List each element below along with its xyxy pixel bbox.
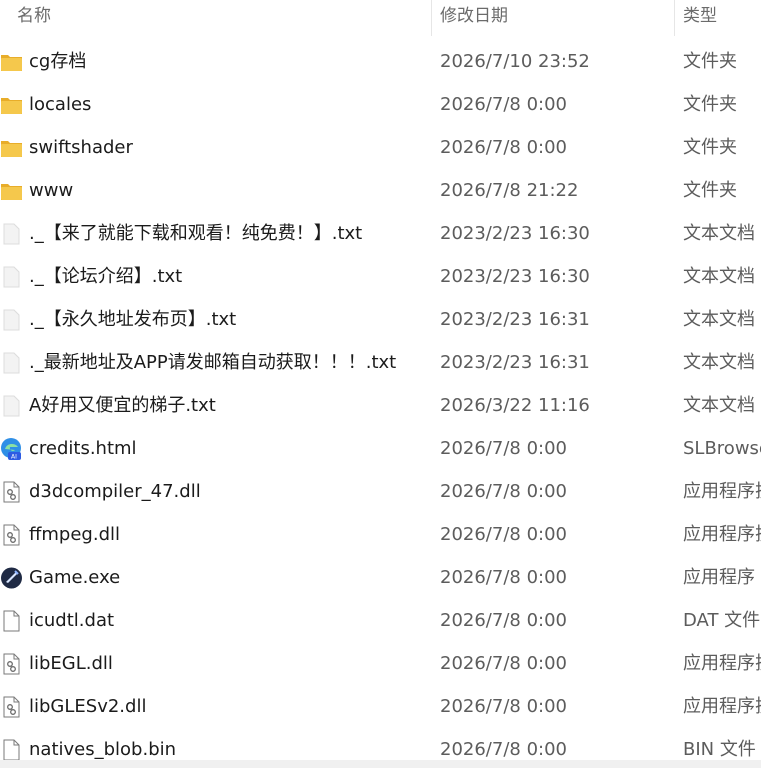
file-name: icudtl.dat	[29, 610, 115, 631]
file-modified-date: 2026/7/8 0:00	[440, 610, 567, 631]
folder-icon	[0, 50, 23, 74]
text-file-icon	[0, 351, 23, 375]
file-name: ._【来了就能下载和观看！纯免费！】.txt	[29, 223, 363, 244]
file-name: ._最新地址及APP请发邮箱自动获取！！！.txt	[29, 352, 397, 373]
file-modified-date: 2026/7/8 0:00	[440, 481, 567, 502]
file-modified-date: 2026/7/8 0:00	[440, 94, 567, 115]
file-type: 应用程序	[683, 567, 755, 588]
file-row[interactable]: ._【来了就能下载和观看！纯免费！】.txt 2023/2/23 16:30 文本文…	[0, 212, 761, 255]
file-row[interactable]: cg存档 2026/7/10 23:52 文件夹	[0, 40, 761, 83]
game-exe-icon	[0, 566, 23, 590]
text-file-icon	[0, 222, 23, 246]
file-name: locales	[29, 94, 92, 115]
blank-file-icon	[0, 738, 23, 762]
file-name: libGLESv2.dll	[29, 696, 147, 717]
file-name: cg存档	[29, 51, 87, 72]
file-row[interactable]: libEGL.dll 2026/7/8 0:00 应用程序扩	[0, 642, 761, 685]
file-row[interactable]: locales 2026/7/8 0:00 文件夹	[0, 83, 761, 126]
file-modified-date: 2026/7/8 0:00	[440, 524, 567, 545]
file-name: Game.exe	[29, 567, 121, 588]
file-row[interactable]: libGLESv2.dll 2026/7/8 0:00 应用程序扩	[0, 685, 761, 728]
folder-icon	[0, 93, 23, 117]
file-type: SLBrowse	[683, 438, 761, 459]
file-row[interactable]: ._【论坛介绍】.txt 2023/2/23 16:30 文本文档	[0, 255, 761, 298]
file-name: www	[29, 180, 74, 201]
file-type: 文本文档	[683, 352, 755, 373]
file-modified-date: 2026/7/8 0:00	[440, 567, 567, 588]
file-type: DAT 文件	[683, 610, 761, 631]
file-type: 文本文档	[683, 266, 755, 287]
file-row[interactable]: AI credits.html 2026/7/8 0:00 SLBrowse	[0, 427, 761, 470]
file-name: credits.html	[29, 438, 137, 459]
horizontal-scrollbar[interactable]	[0, 760, 761, 768]
folder-icon	[0, 136, 23, 160]
dll-file-icon	[0, 523, 23, 547]
file-modified-date: 2023/2/23 16:30	[440, 266, 590, 287]
dll-file-icon	[0, 652, 23, 676]
file-row[interactable]: ffmpeg.dll 2026/7/8 0:00 应用程序扩	[0, 513, 761, 556]
file-name: ._【永久地址发布页】.txt	[29, 309, 237, 330]
blank-file-icon	[0, 609, 23, 633]
file-row[interactable]: swiftshader 2026/7/8 0:00 文件夹	[0, 126, 761, 169]
svg-text:AI: AI	[11, 454, 17, 461]
file-name: d3dcompiler_47.dll	[29, 481, 201, 502]
text-file-icon	[0, 265, 23, 289]
column-header-bar: 名称 修改日期 类型	[0, 0, 761, 36]
file-row[interactable]: Game.exe 2026/7/8 0:00 应用程序	[0, 556, 761, 599]
file-modified-date: 2026/3/22 11:16	[440, 395, 590, 416]
file-modified-date: 2023/2/23 16:31	[440, 352, 590, 373]
file-type: 文本文档	[683, 223, 755, 244]
file-row[interactable]: www 2026/7/8 21:22 文件夹	[0, 169, 761, 212]
file-modified-date: 2023/2/23 16:31	[440, 309, 590, 330]
file-row[interactable]: icudtl.dat 2026/7/8 0:00 DAT 文件	[0, 599, 761, 642]
folder-icon	[0, 179, 23, 203]
file-modified-date: 2026/7/8 0:00	[440, 653, 567, 674]
column-header-type[interactable]: 类型	[683, 0, 717, 32]
file-modified-date: 2026/7/8 0:00	[440, 696, 567, 717]
file-type: 应用程序扩	[683, 481, 761, 502]
file-row[interactable]: A好用又便宜的梯子.txt 2026/3/22 11:16 文本文档	[0, 384, 761, 427]
file-type: 文件夹	[683, 94, 737, 115]
file-modified-date: 2026/7/8 0:00	[440, 137, 567, 158]
dll-file-icon	[0, 480, 23, 504]
file-row[interactable]: d3dcompiler_47.dll 2026/7/8 0:00 应用程序扩	[0, 470, 761, 513]
file-name: swiftshader	[29, 137, 133, 158]
browser-icon: AI	[0, 437, 23, 461]
file-type: 文件夹	[683, 137, 737, 158]
file-name: libEGL.dll	[29, 653, 113, 674]
text-file-icon	[0, 394, 23, 418]
dll-file-icon	[0, 695, 23, 719]
file-modified-date: 2026/7/10 23:52	[440, 51, 590, 72]
file-type: 应用程序扩	[683, 653, 761, 674]
file-row[interactable]: ._【永久地址发布页】.txt 2023/2/23 16:31 文本文档	[0, 298, 761, 341]
file-type: 应用程序扩	[683, 524, 761, 545]
column-header-date[interactable]: 修改日期	[440, 0, 508, 32]
file-type: 应用程序扩	[683, 696, 761, 717]
file-type: 文件夹	[683, 51, 737, 72]
file-name: ._【论坛介绍】.txt	[29, 266, 183, 287]
file-modified-date: 2026/7/8 21:22	[440, 180, 579, 201]
file-type: 文本文档	[683, 309, 755, 330]
file-type: 文件夹	[683, 180, 737, 201]
column-header-name[interactable]: 名称	[17, 0, 51, 32]
file-row[interactable]: ._最新地址及APP请发邮箱自动获取！！！.txt 2023/2/23 16:31…	[0, 341, 761, 384]
text-file-icon	[0, 308, 23, 332]
column-divider[interactable]	[674, 0, 675, 36]
file-modified-date: 2026/7/8 0:00	[440, 438, 567, 459]
file-name: A好用又便宜的梯子.txt	[29, 395, 216, 416]
column-divider[interactable]	[431, 0, 432, 36]
file-name: ffmpeg.dll	[29, 524, 121, 545]
file-modified-date: 2023/2/23 16:30	[440, 223, 590, 244]
file-type: 文本文档	[683, 395, 755, 416]
